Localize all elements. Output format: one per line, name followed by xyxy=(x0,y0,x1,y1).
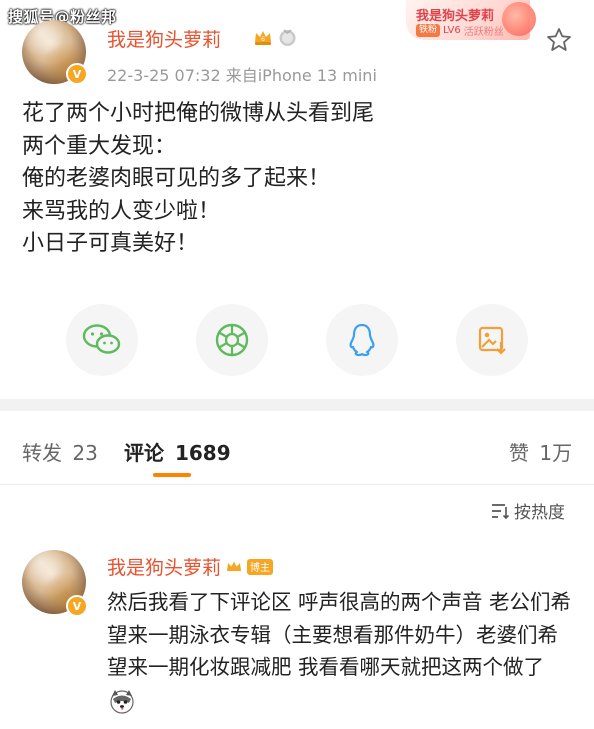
svg-text:6: 6 xyxy=(261,36,265,43)
sort-by-hot-button[interactable]: 按热度 xyxy=(490,498,565,523)
share-qq-button[interactable] xyxy=(326,304,398,376)
save-image-icon xyxy=(478,326,506,355)
verified-badge-icon: V xyxy=(66,63,88,85)
post-body: 花了两个小时把俺的微博从头看到尾 两个重大发现： 俺的老婆肉眼可见的多了起来！ … xyxy=(22,98,374,261)
fan-badge-name: 我是狗头萝莉 xyxy=(416,9,495,24)
post-line: 两个重大发现： xyxy=(22,133,177,159)
blogger-tag: 博主 xyxy=(247,558,274,575)
favorite-star-icon[interactable] xyxy=(545,26,573,54)
fan-badge[interactable]: 我是狗头萝莉 铁粉 LV6 活跃粉丝 xyxy=(406,0,536,40)
section-divider xyxy=(0,399,594,411)
moments-icon xyxy=(215,323,249,357)
tabs-divider xyxy=(0,484,594,485)
post-line: 来骂我的人变少啦！ xyxy=(22,198,221,224)
sort-icon xyxy=(492,503,510,519)
husky-emoji-icon xyxy=(109,688,135,714)
tab-likes-count: 1万 xyxy=(539,441,573,465)
tab-repost-count: 23 xyxy=(72,441,98,465)
tab-likes[interactable]: 赞 1万 xyxy=(509,437,572,466)
commenter-crown-icon xyxy=(225,558,243,576)
qq-icon xyxy=(349,323,375,357)
vip-crown-icon: 6 xyxy=(252,26,274,52)
commenter-verified-badge-icon: V xyxy=(66,595,88,617)
fan-level: LV6 xyxy=(443,25,461,36)
post-meta: 22-3-25 07:32 来自iPhone 13 mini xyxy=(107,66,377,85)
tab-likes-label: 赞 xyxy=(509,441,529,465)
post-line: 小日子可真美好！ xyxy=(22,231,199,256)
commenter-username[interactable]: 我是狗头萝莉 xyxy=(107,553,221,580)
wechat-icon xyxy=(82,324,121,354)
medal-icon xyxy=(277,27,298,52)
comment-text: 然后我看了下评论区 呼声很高的两个声音 老公们希望来一期泳衣专辑（主要想看那件奶… xyxy=(107,590,572,679)
tab-comments-count: 1689 xyxy=(174,441,231,465)
tab-comments-label: 评论 xyxy=(124,441,164,465)
fan-crown-tag: 铁粉 xyxy=(416,24,441,37)
tab-repost[interactable]: 转发 23 xyxy=(22,437,98,466)
comment-body: 然后我看了下评论区 呼声很高的两个声音 老公们希望来一期泳衣专辑（主要想看那件奶… xyxy=(107,586,577,716)
save-image-button[interactable] xyxy=(456,304,528,376)
post-line: 花了两个小时把俺的微博从头看到尾 xyxy=(22,101,375,126)
share-moments-button[interactable] xyxy=(196,304,268,376)
fan-tag: 活跃粉丝 xyxy=(463,27,504,38)
tab-repost-label: 转发 xyxy=(22,441,62,465)
flower-decoration-icon xyxy=(502,2,536,36)
active-tab-indicator xyxy=(153,473,191,477)
sort-label: 按热度 xyxy=(514,503,565,523)
tab-comments[interactable]: 评论 1689 xyxy=(124,437,231,466)
author-username[interactable]: 我是狗头萝莉 xyxy=(107,25,221,52)
share-wechat-button[interactable] xyxy=(66,304,138,376)
post-line: 俺的老婆肉眼可见的多了起来！ xyxy=(22,166,331,191)
